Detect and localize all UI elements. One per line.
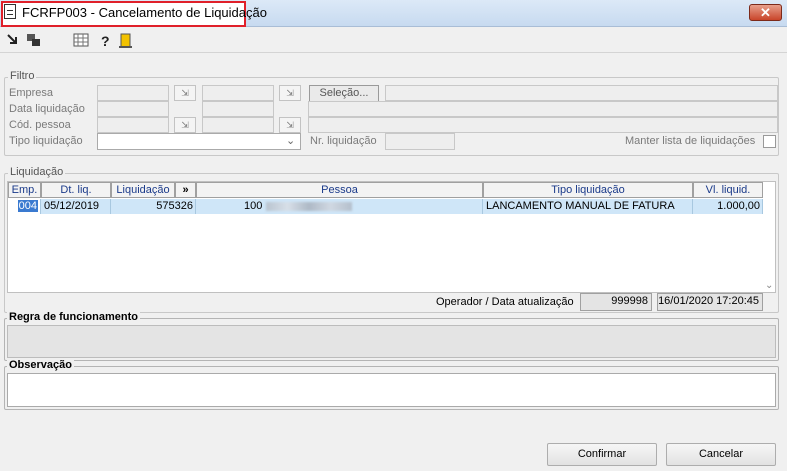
manter-lista-label: Manter lista de liquidações [625, 135, 756, 147]
operador-label: Operador / Data atualização [436, 296, 574, 308]
column-header-liquidacao[interactable]: Liquidação [111, 182, 175, 198]
column-header-vl-liquid[interactable]: Vl. liquid. [693, 182, 763, 198]
empresa-to-lookup-button[interactable]: ⇲ [279, 85, 301, 101]
empresa-label: Empresa [9, 87, 54, 99]
close-button[interactable]: ✕ [749, 4, 782, 21]
empresa-to-field[interactable] [202, 85, 274, 101]
manter-lista-checkbox[interactable] [763, 135, 776, 148]
nr-liquidacao-field[interactable] [385, 133, 455, 150]
cell-pessoa[interactable]: 100 [196, 199, 483, 214]
confirmar-button[interactable]: Confirmar [547, 443, 657, 466]
cod-pessoa-to-lookup-button[interactable]: ⇲ [279, 117, 301, 133]
cod-pessoa-from-lookup-button[interactable]: ⇲ [174, 117, 196, 133]
door-icon[interactable] [118, 33, 134, 49]
cell-vl-liquid[interactable]: 1.000,00 [693, 199, 763, 214]
cell-pessoa-code: 100 [244, 200, 263, 212]
cod-pessoa-to-field[interactable] [202, 117, 274, 133]
cell-emp[interactable]: 004 [17, 200, 38, 212]
operador-field: 999998 [580, 293, 652, 311]
exit-icon[interactable] [5, 33, 21, 49]
nr-liquidacao-label: Nr. liquidação [310, 135, 377, 147]
cod-pessoa-label: Cód. pessoa [9, 119, 71, 131]
cod-pessoa-extra-field [308, 117, 778, 133]
empresa-from-lookup-button[interactable]: ⇲ [174, 85, 196, 101]
redacted-name [266, 202, 352, 211]
tipo-liquidacao-select[interactable] [97, 133, 301, 150]
document-icon [4, 4, 16, 19]
observacao-text-area[interactable] [7, 373, 776, 407]
data-liquidacao-label: Data liquidação [9, 103, 85, 115]
column-expand-button[interactable]: » [175, 182, 196, 198]
cell-tipo-liquidacao[interactable]: LANCAMENTO MANUAL DE FATURA [483, 199, 693, 214]
column-header-dt-liq[interactable]: Dt. liq. [41, 182, 111, 198]
window-title: FCRFP003 - Cancelamento de Liquidação [22, 5, 267, 20]
regra-text-area [7, 325, 776, 358]
chevron-down-icon[interactable]: ⌄ [286, 134, 295, 147]
help-icon[interactable]: ? [97, 33, 113, 49]
scroll-down-icon[interactable]: ⌄ [765, 280, 773, 291]
data-atualizacao-field: 16/01/2020 17:20:45 [657, 293, 763, 311]
svg-text:?: ? [101, 33, 110, 49]
cell-dt-liq[interactable]: 05/12/2019 [41, 199, 111, 214]
data-liquidacao-extra-field [308, 101, 778, 117]
cell-liquidacao[interactable]: 575326 [111, 199, 196, 214]
empresa-from-field[interactable] [97, 85, 169, 101]
table-row[interactable]: 004 [8, 199, 41, 214]
tipo-liquidacao-label: Tipo liquidação [9, 135, 83, 147]
calendar-grid-icon[interactable] [73, 33, 89, 49]
regra-legend: Regra de funcionamento [7, 311, 140, 323]
cancelar-button[interactable]: Cancelar [666, 443, 776, 466]
copy-window-icon[interactable] [26, 33, 42, 49]
column-header-emp[interactable]: Emp. [8, 182, 41, 198]
filter-legend: Filtro [8, 70, 37, 82]
column-header-pessoa[interactable]: Pessoa [196, 182, 483, 198]
data-liquidacao-from-field[interactable] [97, 101, 169, 117]
selecao-field [385, 85, 778, 101]
data-liquidacao-to-field[interactable] [202, 101, 274, 117]
cod-pessoa-from-field[interactable] [97, 117, 169, 133]
selecao-button[interactable]: Seleção... [309, 85, 379, 102]
observacao-legend: Observação [7, 359, 74, 371]
column-header-tipo-liquidacao[interactable]: Tipo liquidação [483, 182, 693, 198]
liquidacao-legend: Liquidação [8, 166, 66, 178]
